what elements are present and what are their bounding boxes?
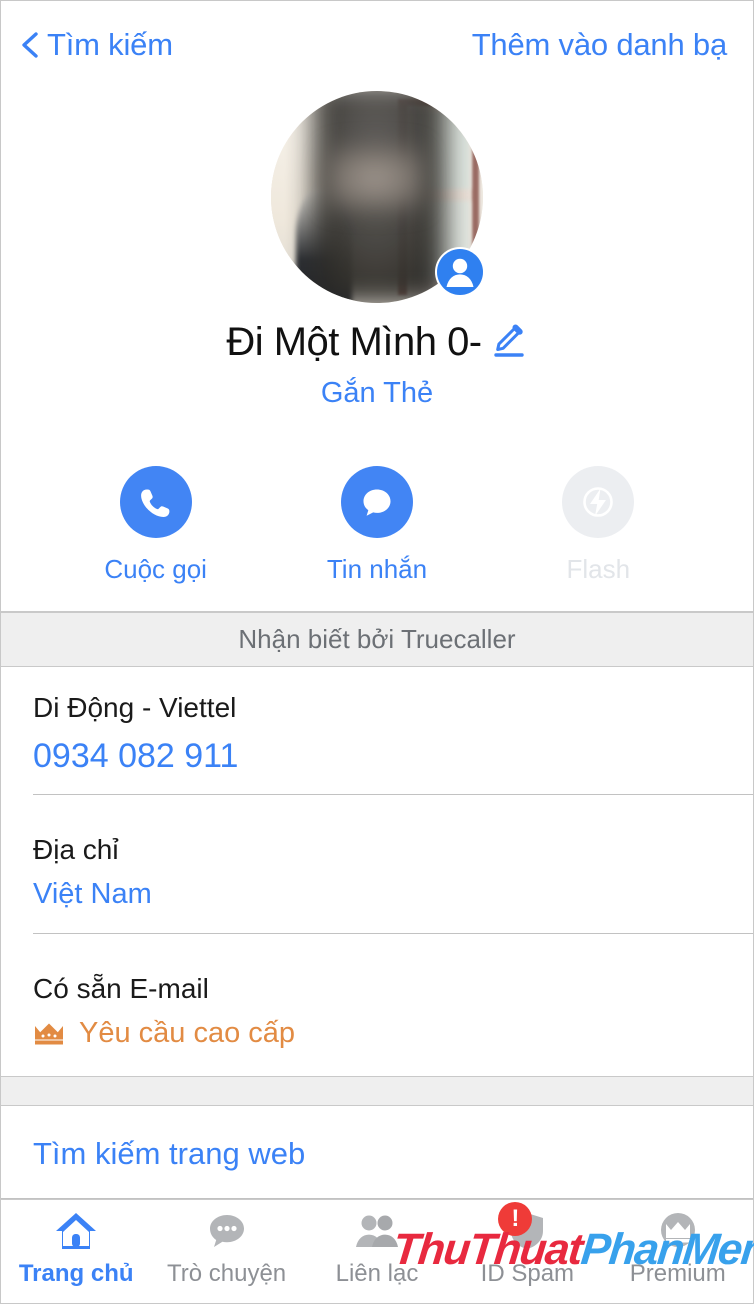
identified-by-label: Nhận biết bởi Truecaller xyxy=(238,624,516,655)
page-title: Đi Một Mình 0- xyxy=(226,320,482,364)
bottom-tab-bar: Trang chủ Trò chuyện Liên lạc ! ID Spam … xyxy=(1,1199,753,1303)
pencil-edit-icon[interactable] xyxy=(484,319,528,363)
person-badge-icon xyxy=(435,247,485,297)
web-search-label: Tìm kiếm trang web xyxy=(33,1136,306,1171)
email-label: Có sẵn E-mail xyxy=(33,972,209,1004)
message-bubble-icon xyxy=(363,489,391,516)
operator-label: Di Động - Viettel xyxy=(33,692,237,724)
tab-premium-label: Premium xyxy=(629,1260,726,1287)
shield-icon: ! xyxy=(498,1202,550,1254)
phone-icon xyxy=(140,489,170,517)
avatar-container[interactable] xyxy=(271,91,485,303)
contacts-icon xyxy=(352,1208,402,1254)
home-icon xyxy=(53,1208,99,1254)
tab-chat[interactable]: Trò chuyện xyxy=(152,1208,302,1288)
identified-by-band: Nhận biết bởi Truecaller xyxy=(1,612,753,668)
section-spacer xyxy=(1,1076,753,1106)
address-value[interactable]: Việt Nam xyxy=(33,876,721,912)
crown-icon xyxy=(35,1023,63,1045)
message-button-label: Tin nhắn xyxy=(326,554,428,584)
call-button-label: Cuộc gọi xyxy=(104,554,207,584)
tab-contacts-label: Liên lạc xyxy=(335,1260,419,1287)
profile-header: Đi Một Mình 0- Gắn Thẻ Cuộc gọi Tin nhắn… xyxy=(1,89,753,612)
premium-crown-icon xyxy=(655,1208,701,1254)
message-button-circle xyxy=(340,466,413,538)
back-button[interactable]: Tìm kiếm xyxy=(17,27,173,63)
tab-premium[interactable]: Premium xyxy=(603,1208,753,1288)
info-row-address: Địa chỉ Việt Nam xyxy=(33,793,753,933)
info-row-email: Có sẵn E-mail Yêu cầu cao cấp xyxy=(33,932,753,1077)
flash-button-label: Flash xyxy=(566,554,631,584)
phone-number-value[interactable]: 0934 082 911 xyxy=(33,735,721,778)
flash-bolt-icon xyxy=(583,487,614,517)
call-button-circle xyxy=(119,466,192,538)
add-to-contacts-button[interactable]: Thêm vào danh bạ xyxy=(472,27,728,63)
premium-required-label: Yêu cầu cao cấp xyxy=(79,1017,296,1050)
tab-spam-id[interactable]: ! ID Spam xyxy=(452,1202,602,1288)
profile-name-row: Đi Một Mình 0- xyxy=(226,319,527,365)
truecaller-contact-detail-screen: Tìm kiếm Thêm vào danh bạ Đi Một Mình 0-… xyxy=(0,0,754,1304)
tab-home-label: Trang chủ xyxy=(18,1260,134,1287)
info-row-operator: Di Động - Viettel 0934 082 911 xyxy=(1,667,753,793)
tab-contacts[interactable]: Liên lạc xyxy=(302,1208,452,1288)
avatar-face-blur xyxy=(326,146,424,210)
message-button[interactable]: Tin nhắn xyxy=(302,466,452,585)
flash-button: Flash xyxy=(523,466,673,585)
premium-required-link[interactable]: Yêu cầu cao cấp xyxy=(33,1017,721,1050)
contact-info-card: Di Động - Viettel 0934 082 911 Địa chỉ V… xyxy=(1,667,753,1077)
tab-home[interactable]: Trang chủ xyxy=(1,1208,151,1288)
call-button[interactable]: Cuộc gọi xyxy=(81,466,231,585)
back-button-label: Tìm kiếm xyxy=(47,27,173,62)
address-label: Địa chỉ xyxy=(33,833,119,865)
navigation-bar: Tìm kiếm Thêm vào danh bạ xyxy=(1,1,753,89)
tab-chat-label: Trò chuyện xyxy=(166,1260,287,1287)
chevron-left-icon xyxy=(22,32,38,58)
tab-spam-id-label: ID Spam xyxy=(480,1260,575,1287)
flash-button-circle xyxy=(562,466,635,538)
action-buttons-row: Cuộc gọi Tin nhắn Flash xyxy=(1,466,753,585)
tag-link[interactable]: Gắn Thẻ xyxy=(321,377,433,410)
chat-bubble-icon xyxy=(204,1208,250,1254)
web-search-row[interactable]: Tìm kiếm trang web xyxy=(1,1106,753,1199)
